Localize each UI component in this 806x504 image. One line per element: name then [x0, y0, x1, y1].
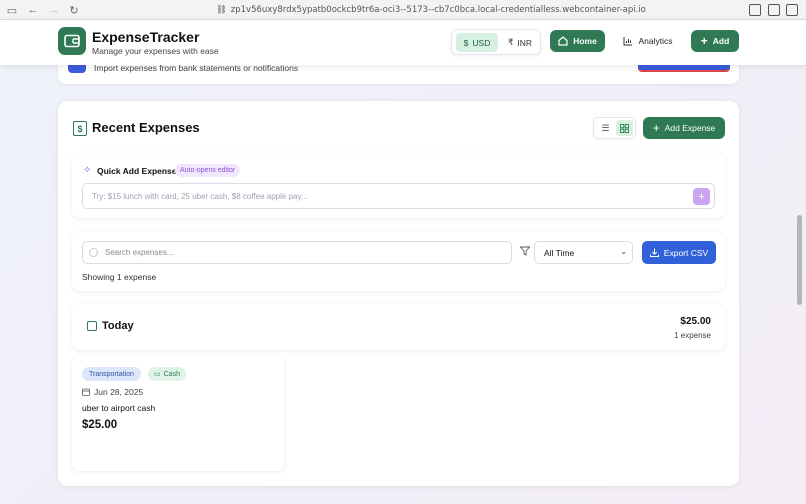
- export-csv-label: Export CSV: [663, 247, 709, 258]
- app-header: ExpenseTracker Manage your expenses with…: [0, 20, 806, 65]
- add-expense-button[interactable]: + Add Expense: [643, 117, 725, 139]
- calendar-icon: [82, 388, 90, 396]
- reload-icon[interactable]: ↻: [67, 3, 81, 17]
- url-text: zp1v56uxy8rdx5ypatb0ockcb9tr6a-oci3--517…: [230, 5, 646, 15]
- expense-card[interactable]: Transportation ▭ Cash Jun 28, 2025 uber …: [72, 357, 284, 471]
- dollar-icon: $: [463, 37, 469, 48]
- credit-card-icon: ▭: [154, 371, 161, 378]
- expense-date: Jun 28, 2025: [94, 387, 144, 397]
- download-icon: [649, 248, 659, 257]
- view-toggle: ☰: [593, 117, 636, 139]
- currency-switcher: $ USD ₹ INR: [451, 29, 541, 55]
- forward-icon[interactable]: →: [47, 3, 61, 17]
- quick-add-placeholder: Try: $15 lunch with card, 25 uber cash, …: [92, 192, 308, 201]
- grid-view-icon[interactable]: [616, 120, 633, 136]
- day-group-total: $25.00: [680, 316, 711, 327]
- currency-inr-button[interactable]: ₹ INR: [502, 33, 538, 52]
- add-expense-label: Add Expense: [664, 123, 716, 133]
- link-icon: ⛓: [216, 5, 227, 15]
- search-placeholder: Search expenses...: [105, 248, 174, 257]
- payment-badge: ▭ Cash: [148, 367, 186, 381]
- calendar-icon: [87, 321, 97, 331]
- recent-expenses-card: $ Recent Expenses ☰ + Add Expense ✧ Quic…: [58, 101, 739, 486]
- day-group-count: 1 expense: [674, 331, 711, 340]
- search-input[interactable]: Search expenses...: [82, 241, 512, 264]
- add-label: Add: [712, 36, 730, 46]
- back-icon[interactable]: ←: [26, 3, 40, 17]
- currency-inr-label: INR: [517, 37, 533, 48]
- add-button[interactable]: + Add: [691, 30, 739, 52]
- dollar-receipt-icon: $: [73, 121, 87, 136]
- quick-add-submit-button[interactable]: +: [693, 188, 710, 205]
- app-title: ExpenseTracker: [92, 29, 200, 45]
- expense-amount: $25.00: [82, 419, 118, 431]
- search-icon: [89, 248, 98, 257]
- list-view-icon[interactable]: ☰: [597, 120, 614, 136]
- currency-usd-button[interactable]: $ USD: [456, 33, 498, 52]
- extension-icon[interactable]: [749, 4, 761, 16]
- bar-chart-icon: [623, 36, 633, 46]
- address-bar[interactable]: ⛓ zp1v56uxy8rdx5ypatb0ockcb9tr6a-oci3--5…: [216, 3, 646, 17]
- export-csv-button[interactable]: Export CSV: [642, 241, 716, 264]
- time-filter-select[interactable]: All Time ⌄: [534, 241, 633, 264]
- currency-usd-label: USD: [472, 37, 491, 48]
- menu-icon[interactable]: [786, 4, 798, 16]
- rupee-icon: ₹: [507, 37, 514, 47]
- showing-count: Showing 1 expense: [82, 272, 157, 282]
- wallet-icon: [58, 27, 86, 55]
- home-icon: [558, 36, 568, 46]
- expense-date-row: Jun 28, 2025: [82, 387, 143, 397]
- recent-expenses-title: Recent Expenses: [92, 120, 200, 135]
- app-subtitle: Manage your expenses with ease: [92, 46, 219, 56]
- sidebar-toggle-icon[interactable]: ▭: [5, 3, 19, 17]
- quick-add-card: ✧ Quick Add Expense Auto-opens editor Tr…: [72, 153, 725, 218]
- expense-description: uber to airport cash: [82, 403, 156, 413]
- sparkles-icon: ✧: [83, 165, 92, 176]
- plus-icon: +: [700, 34, 708, 48]
- search-filter-card: Search expenses... All Time ⌄ Export CSV…: [72, 232, 725, 291]
- home-button[interactable]: Home: [550, 30, 605, 52]
- time-filter-value: All Time: [544, 247, 575, 258]
- chevron-down-icon: ⌄: [620, 247, 627, 256]
- browser-toolbar: ▭ ← → ↻ ⛓ zp1v56uxy8rdx5ypatb0ockcb9tr6a…: [0, 0, 806, 20]
- category-badge: Transportation: [82, 367, 141, 381]
- quick-add-title: Quick Add Expense: [97, 166, 177, 176]
- plus-icon: +: [652, 121, 660, 135]
- auto-opens-badge: Auto-opens editor: [175, 164, 241, 177]
- quick-add-input[interactable]: Try: $15 lunch with card, 25 uber cash, …: [82, 183, 715, 209]
- analytics-button[interactable]: Analytics: [619, 30, 677, 52]
- day-group-header: Today $25.00 1 expense: [72, 304, 725, 350]
- filter-icon: [520, 246, 530, 256]
- page-scrollbar[interactable]: [797, 215, 802, 305]
- day-group-title: Today: [102, 320, 134, 332]
- home-label: Home: [573, 36, 597, 46]
- payment-label: Cash: [163, 370, 180, 378]
- analytics-label: Analytics: [638, 36, 673, 46]
- extension-icon-2[interactable]: [768, 4, 780, 16]
